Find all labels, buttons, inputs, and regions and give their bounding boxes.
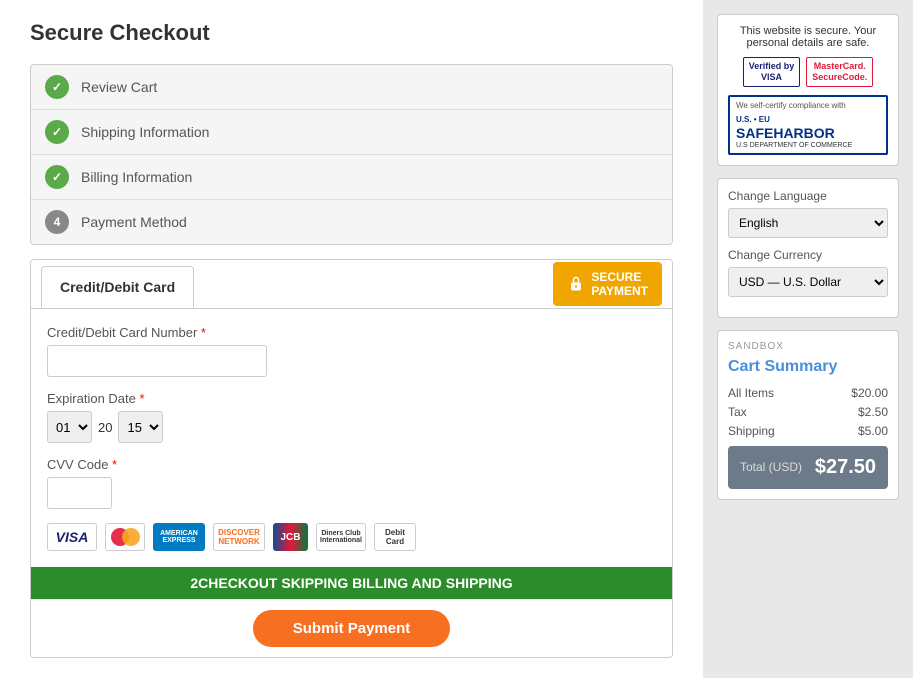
currency-select[interactable]: USD — U.S. Dollar bbox=[728, 267, 888, 297]
page-title: Secure Checkout bbox=[30, 20, 673, 46]
cart-line-tax: Tax $2.50 bbox=[728, 405, 888, 419]
cart-tax-value: $2.50 bbox=[858, 405, 888, 419]
step-icon-review-cart: ✓ bbox=[45, 75, 69, 99]
mastercard-secure-badge: MasterCard. SecureCode. bbox=[806, 57, 873, 87]
submit-payment-button[interactable]: Submit Payment bbox=[253, 610, 451, 647]
cart-total-box: Total (USD) $27.50 bbox=[728, 446, 888, 489]
payment-tabs: Credit/Debit Card SECUREPAYMENT bbox=[31, 260, 672, 309]
cvv-input[interactable] bbox=[47, 477, 112, 509]
step-payment: 4 Payment Method bbox=[31, 200, 672, 244]
language-select[interactable]: English bbox=[728, 208, 888, 238]
step-label-payment: Payment Method bbox=[81, 214, 187, 230]
security-text: This website is secure. Your personal de… bbox=[728, 25, 888, 49]
change-language-label: Change Language bbox=[728, 189, 888, 203]
payment-section: Credit/Debit Card SECUREPAYMENT Credit/D… bbox=[30, 259, 673, 658]
submit-row: Submit Payment bbox=[31, 599, 672, 657]
cart-summary-title: Cart Summary bbox=[728, 358, 888, 376]
cart-items-label: All Items bbox=[728, 386, 774, 400]
secure-label: SECUREPAYMENT bbox=[591, 270, 648, 298]
promo-banner: 2CHECKOUT SKIPPING BILLING AND SHIPPING bbox=[31, 567, 672, 599]
step-review-cart: ✓ Review Cart bbox=[31, 65, 672, 110]
cart-tax-label: Tax bbox=[728, 405, 747, 419]
required-star-expiry: * bbox=[140, 391, 145, 406]
change-currency-label: Change Currency bbox=[728, 248, 888, 262]
lock-icon bbox=[567, 275, 585, 293]
card-number-label: Credit/Debit Card Number * bbox=[47, 325, 656, 340]
checkout-steps: ✓ Review Cart ✓ Shipping Information ✓ B… bbox=[30, 64, 673, 245]
year-prefix: 20 bbox=[98, 420, 112, 435]
step-billing: ✓ Billing Information bbox=[31, 155, 672, 200]
safeharbor-dept: U.S DEPARTMENT OF COMMERCE bbox=[736, 142, 880, 149]
amex-logo: AMERICANEXPRESS bbox=[153, 523, 205, 551]
cart-line-items: All Items $20.00 bbox=[728, 386, 888, 400]
lang-currency-box: Change Language English Change Currency … bbox=[717, 178, 899, 318]
step-shipping: ✓ Shipping Information bbox=[31, 110, 672, 155]
expiry-row: 0102 0304 0506 0708 0910 1112 20 1516 17… bbox=[47, 411, 656, 443]
step-label-shipping: Shipping Information bbox=[81, 124, 209, 140]
step-icon-payment: 4 bbox=[45, 210, 69, 234]
total-label: Total (USD) bbox=[740, 460, 802, 474]
step-label-billing: Billing Information bbox=[81, 169, 192, 185]
safeharbor-small-text: We self-certify compliance with bbox=[736, 101, 880, 110]
sidebar: This website is secure. Your personal de… bbox=[703, 0, 913, 678]
required-star-cvv: * bbox=[112, 457, 117, 472]
verified-visa-badge: Verified by VISA bbox=[743, 57, 801, 87]
step-label-review-cart: Review Cart bbox=[81, 79, 157, 95]
cart-line-shipping: Shipping $5.00 bbox=[728, 424, 888, 438]
required-star-card: * bbox=[201, 325, 206, 340]
card-number-input[interactable] bbox=[47, 345, 267, 377]
mastercard-logo bbox=[105, 523, 145, 551]
card-logos: VISA AMERICANEXPRESS DISCOVERNETWORK JCB… bbox=[47, 523, 656, 551]
step-icon-billing: ✓ bbox=[45, 165, 69, 189]
payment-form: Credit/Debit Card Number * Expiration Da… bbox=[31, 309, 672, 567]
discover-logo: DISCOVERNETWORK bbox=[213, 523, 265, 551]
tab-credit-debit[interactable]: Credit/Debit Card bbox=[41, 266, 194, 308]
visa-logo: VISA bbox=[47, 523, 97, 551]
card-number-group: Credit/Debit Card Number * bbox=[47, 325, 656, 377]
cvv-label: CVV Code * bbox=[47, 457, 656, 472]
jcb-logo: JCB bbox=[273, 523, 308, 551]
cart-shipping-value: $5.00 bbox=[858, 424, 888, 438]
debit-logo: DebitCard bbox=[374, 523, 416, 551]
safeharbor-badge: We self-certify compliance with U.S. • E… bbox=[728, 95, 888, 155]
expiry-group: Expiration Date * 0102 0304 0506 0708 09… bbox=[47, 391, 656, 443]
sandbox-label: SANDBOX bbox=[728, 341, 888, 352]
cart-items-value: $20.00 bbox=[851, 386, 888, 400]
step-icon-shipping: ✓ bbox=[45, 120, 69, 144]
cart-summary-box: SANDBOX Cart Summary All Items $20.00 Ta… bbox=[717, 330, 899, 500]
total-amount: $27.50 bbox=[815, 456, 876, 479]
cart-shipping-label: Shipping bbox=[728, 424, 775, 438]
badge-row: Verified by VISA MasterCard. SecureCode. bbox=[728, 57, 888, 87]
expiry-year-select[interactable]: 1516 1718 1920 2122 2324 25 bbox=[118, 411, 163, 443]
safeharbor-title: U.S. • EU SAFEHARBOR bbox=[736, 113, 880, 141]
cvv-group: CVV Code * bbox=[47, 457, 656, 509]
expiry-label: Expiration Date * bbox=[47, 391, 656, 406]
secure-payment-button[interactable]: SECUREPAYMENT bbox=[553, 262, 662, 306]
expiry-month-select[interactable]: 0102 0304 0506 0708 0910 1112 bbox=[47, 411, 92, 443]
diners-logo: Diners ClubInternational bbox=[316, 523, 366, 551]
security-box: This website is secure. Your personal de… bbox=[717, 14, 899, 166]
